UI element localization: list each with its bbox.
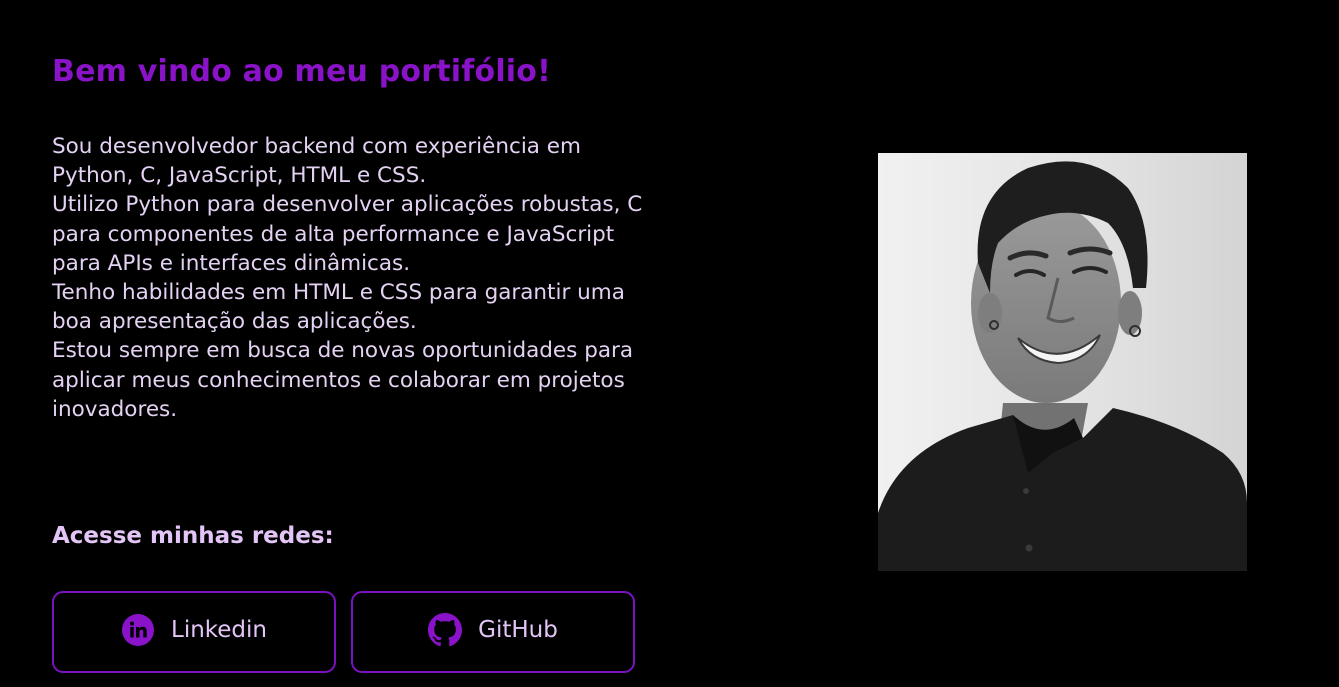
bio-paragraph: Estou sempre em busca de novas oportunid… [52, 338, 634, 422]
bio-paragraph: Tenho habilidades em HTML e CSS para gar… [52, 280, 625, 335]
social-buttons: Linkedin GitHub [52, 591, 635, 673]
linkedin-label: Linkedin [171, 617, 267, 643]
page-title: Bem vindo ao meu portifólio! [52, 54, 551, 89]
github-label: GitHub [478, 617, 558, 643]
github-button[interactable]: GitHub [351, 591, 635, 673]
bio-text: Sou desenvolvedor backend com experiênci… [52, 132, 662, 424]
linkedin-button[interactable]: Linkedin [52, 591, 336, 673]
linkedin-icon [121, 613, 155, 647]
bio-paragraph: Utilizo Python para desenvolver aplicaçõ… [52, 192, 643, 276]
github-icon [428, 613, 463, 647]
portfolio-page: Bem vindo ao meu portifólio! Sou desenvo… [0, 0, 1339, 687]
profile-photo [878, 153, 1247, 571]
networks-heading: Acesse minhas redes: [52, 523, 334, 549]
intro-section: Bem vindo ao meu portifólio! Sou desenvo… [52, 50, 662, 424]
bio-paragraph: Sou desenvolvedor backend com experiênci… [52, 134, 581, 189]
